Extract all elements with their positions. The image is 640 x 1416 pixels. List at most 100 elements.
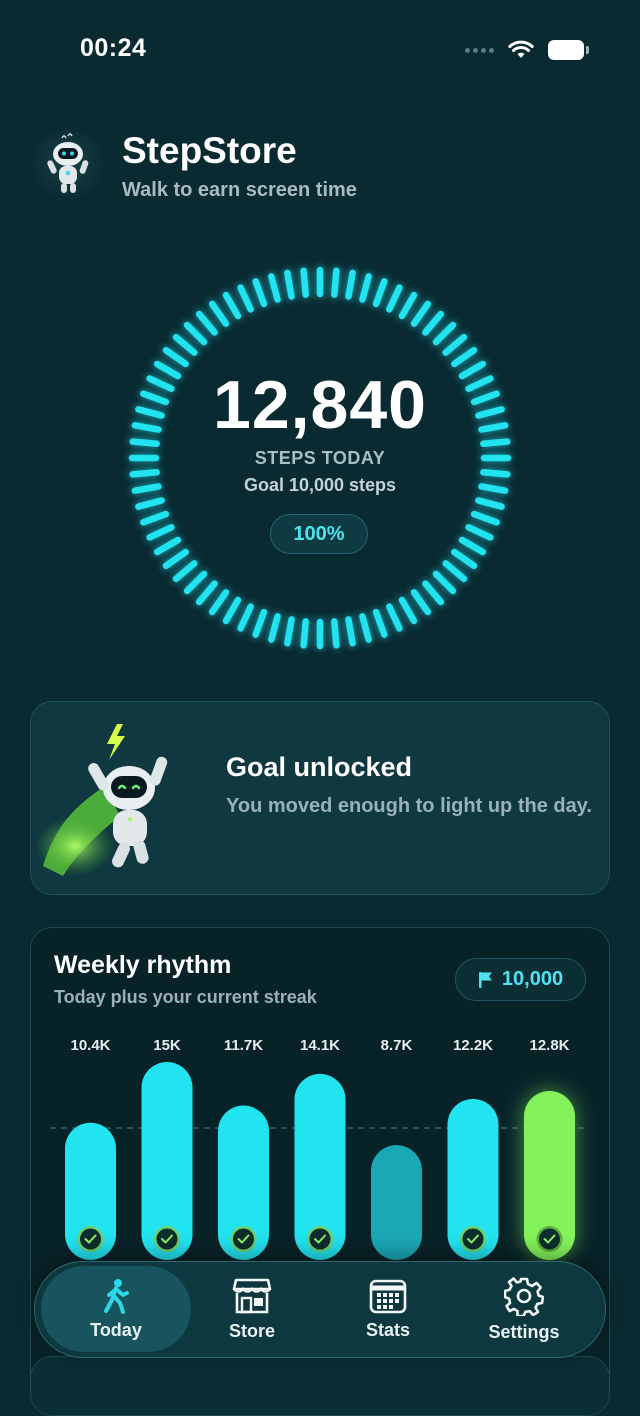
ring-tick <box>237 284 254 313</box>
ring-tick <box>465 524 494 541</box>
check-inner <box>309 1228 331 1250</box>
ring-tick <box>162 548 189 570</box>
ring-tick <box>359 273 372 303</box>
ring-tick <box>284 616 295 647</box>
goal-chip: 10,000 <box>455 958 586 1001</box>
ring-tick <box>372 608 388 638</box>
ring-tick <box>386 603 403 632</box>
ring-tick <box>153 536 182 556</box>
ring-tick <box>237 603 254 632</box>
ring-tick <box>422 580 445 606</box>
calendar-grid-icon <box>369 1279 407 1313</box>
ring-tick <box>422 310 445 336</box>
ring-tick <box>140 510 170 526</box>
next-card-peek <box>30 1356 610 1416</box>
bar-value-label: 11.7K <box>224 1037 263 1054</box>
ring-tick <box>475 497 505 510</box>
ring-tick <box>195 580 218 606</box>
battery-icon <box>548 40 589 60</box>
ring-tick <box>432 321 457 346</box>
ring-tick <box>470 510 500 526</box>
bar-value-label: 14.1K <box>300 1037 340 1054</box>
signal-dots-icon <box>465 47 494 53</box>
ring-tick <box>398 291 418 320</box>
bar-4 <box>371 1145 422 1260</box>
ring-tick <box>410 300 432 327</box>
tab-settings-label: Settings <box>488 1321 560 1342</box>
check-inner <box>462 1228 484 1250</box>
ring-tick <box>451 346 478 368</box>
bar-value-label: 12.2K <box>453 1037 493 1054</box>
ring-tick <box>252 608 268 638</box>
ring-tick <box>146 524 175 541</box>
percent-badge: 100% <box>270 514 368 554</box>
ring-tick <box>372 278 388 308</box>
tab-stats-label: Stats <box>365 1319 410 1340</box>
check-inner <box>80 1228 101 1250</box>
ring-tick <box>268 613 281 643</box>
check-inner <box>156 1228 178 1250</box>
bar-value-label: 12.8K <box>529 1037 569 1054</box>
app-title: StepStore <box>122 130 297 171</box>
bar-value-label: 10.4K <box>70 1037 110 1054</box>
ring-tick <box>331 618 340 649</box>
ring-tick <box>442 560 468 583</box>
weekly-title: Weekly rhythm <box>54 951 232 979</box>
ring-tick <box>252 278 268 308</box>
ring-tick <box>345 269 356 300</box>
robot-celebrating-icon <box>35 724 168 876</box>
ring-tick <box>222 291 242 320</box>
flag-icon <box>478 971 492 988</box>
app-subtitle: Walk to earn screen time <box>122 179 357 201</box>
walking-person-icon <box>104 1278 129 1314</box>
gear-icon <box>504 1276 544 1316</box>
tab-settings[interactable]: Settings <box>462 1266 586 1352</box>
goal-title: Goal unlocked <box>226 752 413 782</box>
ring-tick <box>208 589 230 616</box>
ring-tick <box>268 273 281 303</box>
ring-tick <box>451 548 478 570</box>
ring-tick <box>345 616 356 647</box>
ring-tick <box>172 333 198 356</box>
ring-tick <box>183 570 208 595</box>
tab-today-label: Today <box>90 1319 142 1340</box>
ring-tick <box>222 596 242 625</box>
storefront-icon <box>232 1278 272 1313</box>
ring-tick <box>458 536 487 556</box>
check-inner <box>539 1228 560 1250</box>
ring-tick <box>442 333 468 356</box>
tab-store-label: Store <box>228 1320 275 1341</box>
robot-mascot-icon <box>47 133 89 193</box>
goal-description: You moved enough to light up the day. <box>226 795 592 817</box>
avatar <box>32 130 104 202</box>
ring-tick <box>284 269 295 300</box>
ring-tick <box>432 570 457 595</box>
tab-store[interactable]: Store <box>190 1266 314 1352</box>
bar-value-label: 15K <box>153 1037 181 1054</box>
status-time: 00:24 <box>80 34 147 62</box>
tab-today[interactable]: Today <box>41 1266 191 1352</box>
ring-tick <box>410 589 432 616</box>
ring-tick <box>398 596 418 625</box>
check-inner <box>233 1228 254 1250</box>
ring-tick <box>208 300 230 327</box>
ring-tick <box>183 321 208 346</box>
ring-tick <box>359 613 372 643</box>
bar-value-label: 8.7K <box>381 1037 413 1054</box>
ring-tick <box>172 560 198 583</box>
ring-tick <box>162 346 189 368</box>
steps-count: 12,840 <box>213 367 427 443</box>
ring-tick <box>331 267 340 298</box>
weekly-bar-chart: 10.4K 15K 11.7K 14.1K 8.7K 12.2K 12.8K <box>50 1037 586 1260</box>
status-icons <box>465 40 589 60</box>
ring-tick <box>195 310 218 336</box>
tab-stats[interactable]: Stats <box>326 1266 450 1352</box>
steps-label: STEPS TODAY <box>254 448 386 468</box>
wifi-icon <box>508 40 534 58</box>
steps-goal-text: Goal 10,000 steps <box>243 475 397 495</box>
ring-tick <box>300 618 309 649</box>
weekly-subtitle: Today plus your current streak <box>54 987 317 1007</box>
ring-tick <box>300 267 309 298</box>
goal-chip-value: 10,000 <box>501 968 564 990</box>
ring-tick <box>135 497 165 510</box>
